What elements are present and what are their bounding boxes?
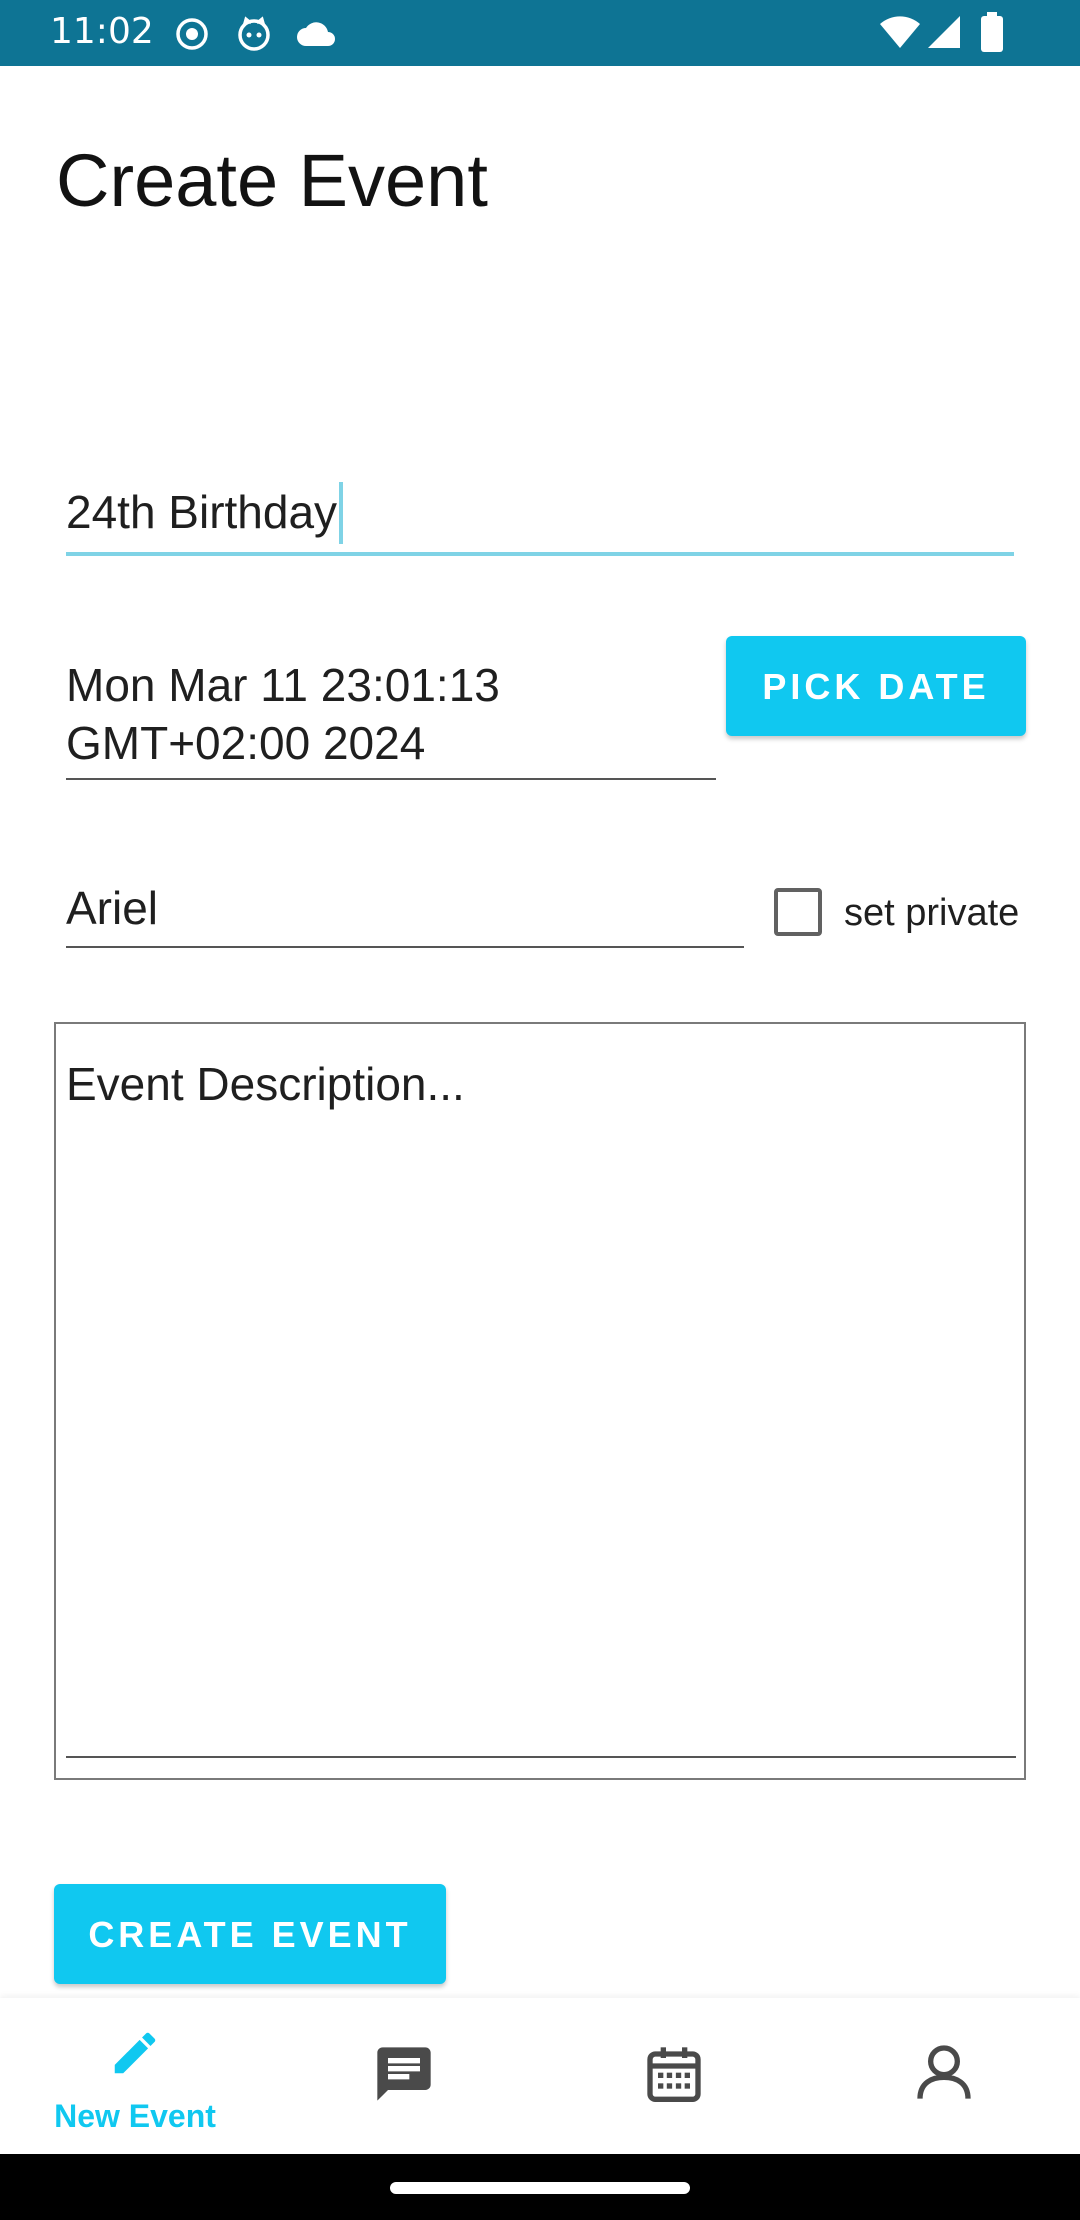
cellular-signal-icon [928, 16, 960, 48]
person-icon [917, 2045, 971, 2099]
nav-item-calendar[interactable] [540, 1998, 810, 2154]
bottom-navigation: New Event [0, 1998, 1080, 2154]
pick-date-button[interactable]: PICK DATE [726, 636, 1026, 736]
radio-signal-icon [176, 18, 208, 50]
host-name-input[interactable]: Ariel [66, 876, 744, 948]
set-private-label[interactable]: set private [844, 890, 1019, 936]
calendar-icon [647, 2047, 701, 2102]
event-description-placeholder: Event Description... [66, 1058, 465, 1110]
home-gesture-handle[interactable] [390, 2182, 690, 2194]
text-caret [339, 482, 344, 544]
wifi-icon [880, 16, 920, 48]
battery-icon [981, 12, 1003, 52]
create-event-button[interactable]: CREATE EVENT [54, 1884, 446, 1984]
cat-face-icon [238, 16, 270, 51]
chat-icon [377, 2047, 431, 2101]
event-date-value: Mon Mar 11 23:01:13 GMT+02:00 2024 [66, 659, 500, 769]
event-date-field[interactable]: Mon Mar 11 23:01:13 GMT+02:00 2024 [66, 652, 716, 780]
system-gesture-bar [0, 2154, 1080, 2220]
nav-item-new-event[interactable]: New Event [0, 1998, 270, 2154]
event-description-input[interactable]: Event Description... [54, 1022, 1026, 1780]
cloud-icon [297, 22, 335, 46]
status-time: 11:02 [50, 11, 154, 52]
nav-item-chat[interactable] [270, 1998, 540, 2154]
host-name-value: Ariel [66, 882, 159, 934]
pencil-icon [114, 2032, 156, 2074]
nav-item-profile[interactable] [810, 1998, 1080, 2154]
description-underline [66, 1756, 1016, 1758]
nav-label-new-event: New Event [54, 2098, 216, 2134]
status-bar: 11:02 [0, 0, 1080, 66]
event-name-value: 24th Birthday [66, 482, 344, 544]
page-title: Create Event [56, 139, 488, 222]
event-name-input[interactable]: 24th Birthday [66, 480, 1014, 556]
set-private-checkbox[interactable] [774, 888, 822, 936]
